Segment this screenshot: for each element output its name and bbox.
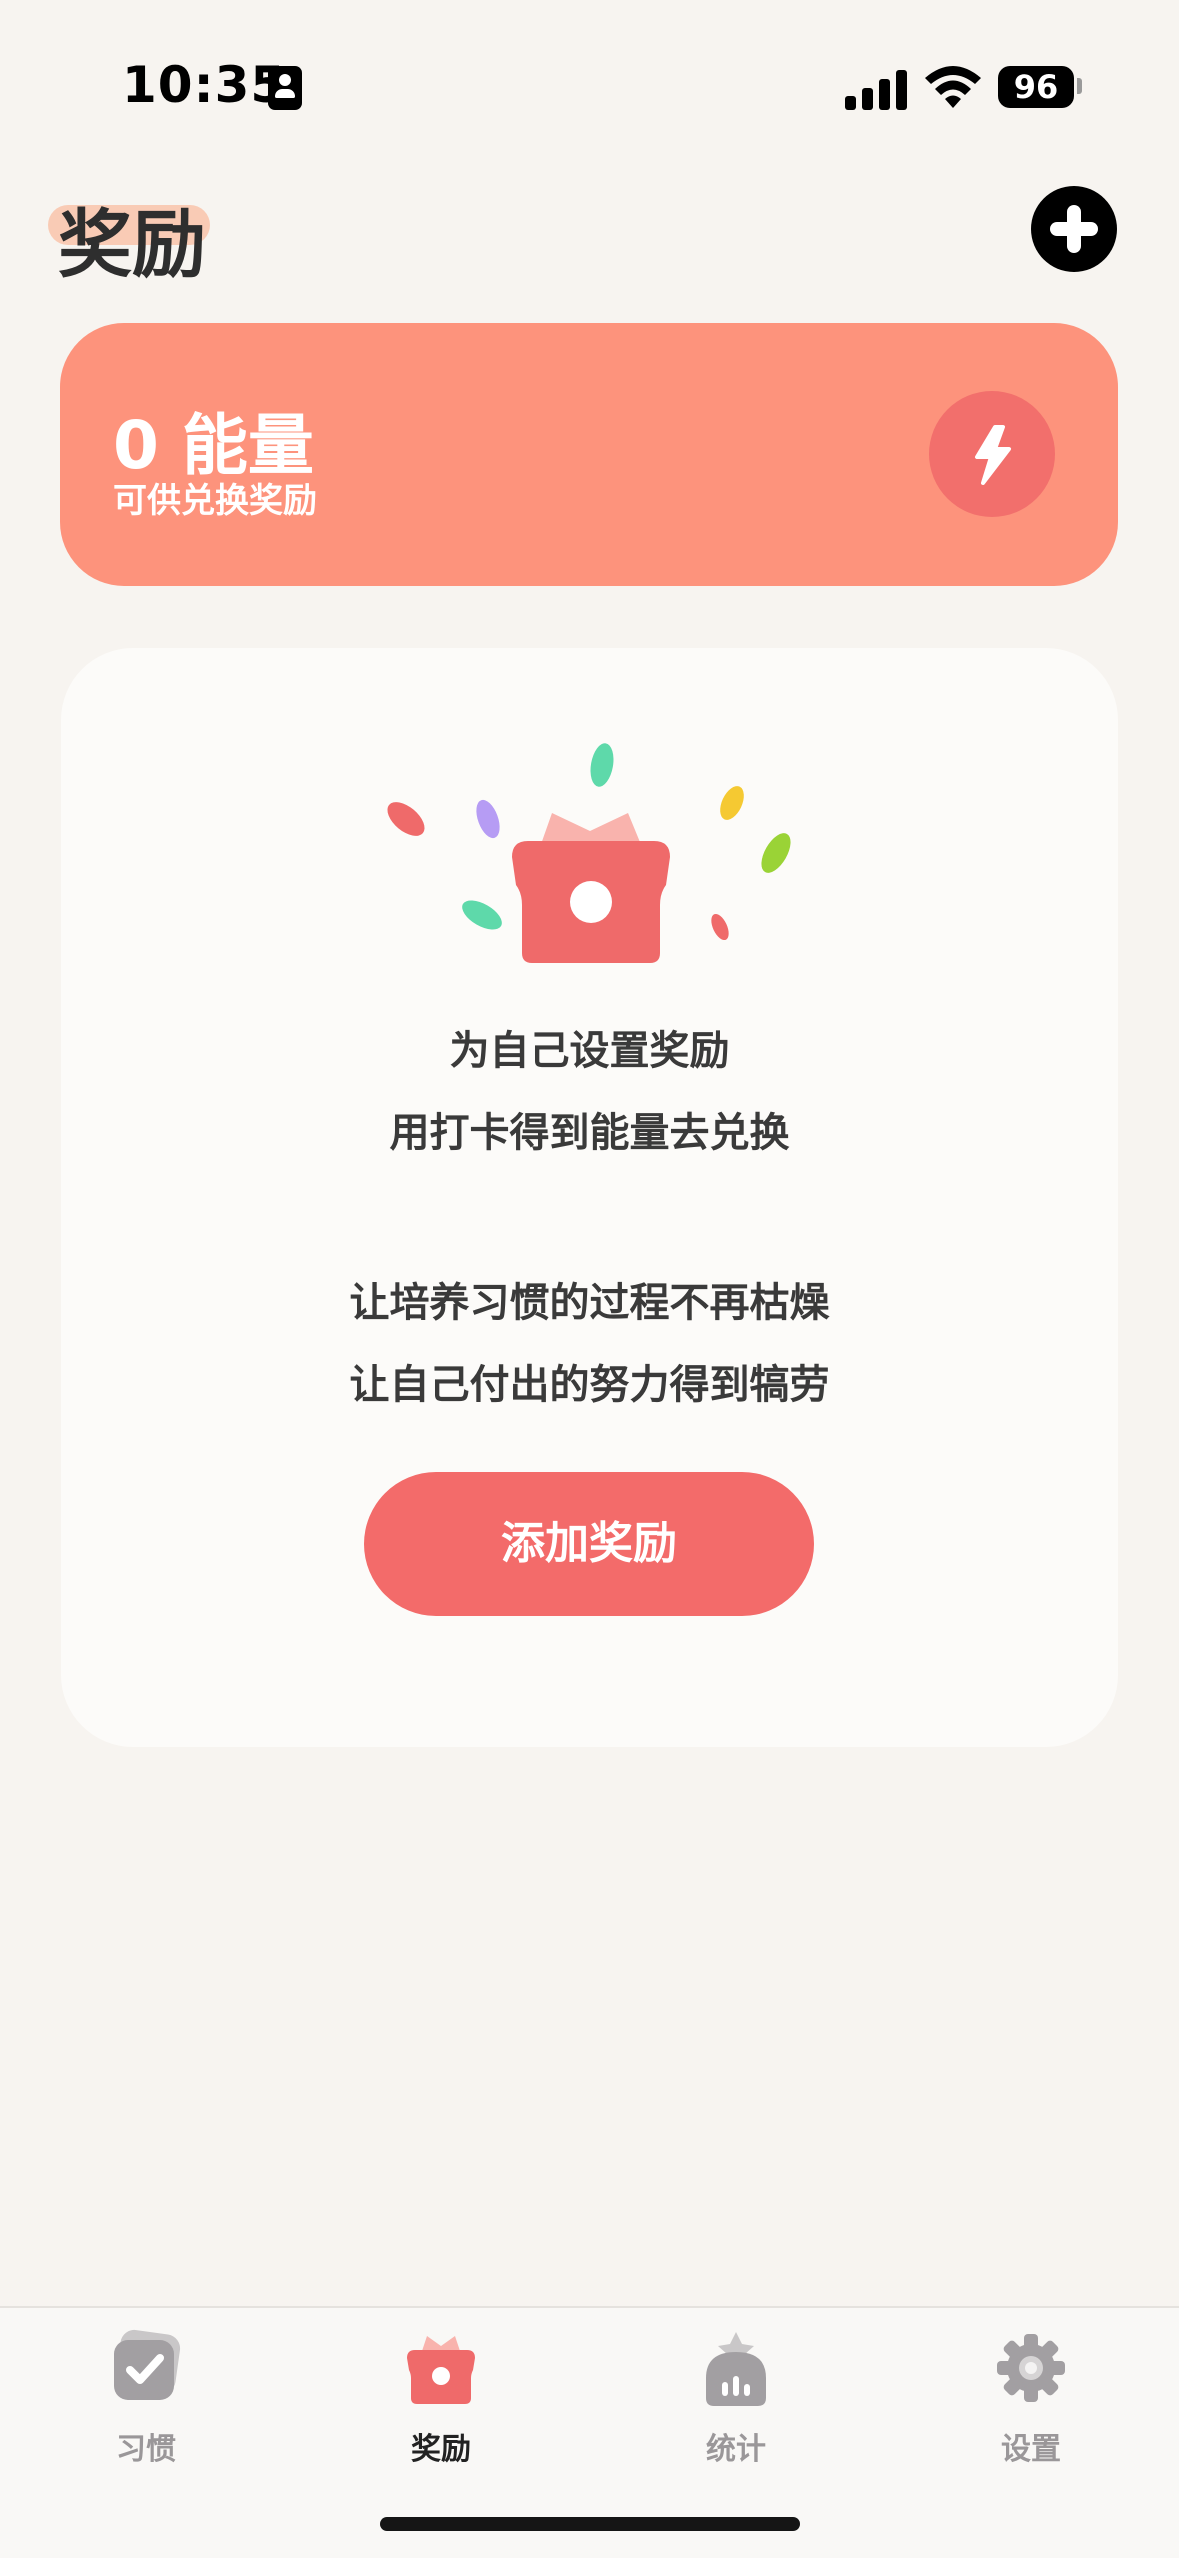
page-title: 奖励 (58, 202, 206, 288)
gear-icon (997, 2334, 1065, 2402)
add-reward-button[interactable]: 添加奖励 (364, 1472, 814, 1616)
habit-check-icon (114, 2329, 181, 2400)
stats-icon (706, 2332, 766, 2406)
tab-settings-label: 设置 (1001, 2432, 1061, 2467)
gift-confetti-illustration (387, 743, 791, 963)
empty-state-line-1: 为自己设置奖励 (449, 1028, 730, 1074)
battery-tip (1077, 78, 1082, 94)
energy-subtitle: 可供兑换奖励 (113, 481, 317, 521)
tab-rewards-label: 奖励 (411, 2432, 471, 2467)
empty-state-line-2: 用打卡得到能量去兑换 (389, 1110, 790, 1156)
status-time: 10:35 (122, 56, 287, 114)
energy-badge (929, 391, 1055, 517)
home-indicator[interactable] (380, 2517, 800, 2531)
tab-habits-label: 习惯 (116, 2432, 176, 2467)
cellular-signal-icon (845, 68, 907, 110)
tab-stats[interactable]: 统计 (646, 2322, 826, 2467)
tab-rewards[interactable]: 奖励 (351, 2322, 531, 2467)
tab-settings[interactable]: 设置 (941, 2322, 1121, 2467)
tab-habits[interactable]: 习惯 (56, 2322, 236, 2467)
gift-icon (407, 2336, 475, 2404)
lightning-icon (975, 425, 1011, 485)
add-reward-plus-button[interactable] (1031, 186, 1117, 272)
contact-card-icon (268, 66, 302, 110)
empty-state-line-3: 让培养习惯的过程不再枯燥 (349, 1280, 830, 1326)
battery-indicator: 96 (998, 66, 1074, 108)
wifi-icon (925, 66, 981, 108)
tab-stats-label: 统计 (706, 2432, 766, 2467)
empty-state-line-4: 让自己付出的努力得到犒劳 (349, 1362, 830, 1408)
